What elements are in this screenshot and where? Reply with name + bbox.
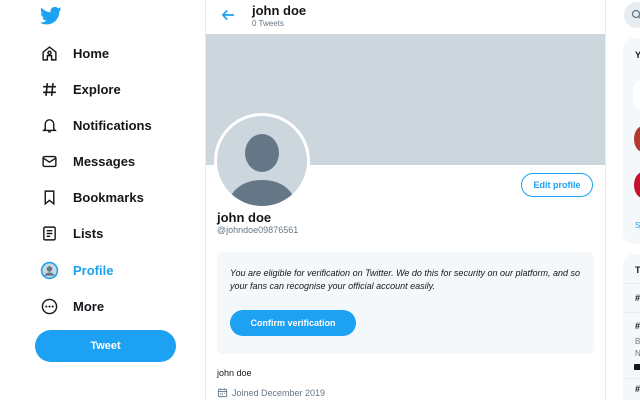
divider	[623, 378, 640, 379]
more-icon	[40, 297, 59, 316]
search-button[interactable]	[624, 2, 640, 28]
nav-item-profile[interactable]: Profile	[40, 257, 113, 283]
list-icon	[40, 224, 59, 243]
nav-label-explore: Explore	[73, 81, 121, 97]
joined-text: Joined December 2019	[232, 387, 326, 398]
trends-heading: T	[635, 265, 640, 275]
nav-item-home[interactable]: Home	[40, 40, 109, 66]
confirm-verification-button[interactable]: Confirm verification	[230, 310, 356, 336]
verification-notice: You are eligible for verification on Twi…	[217, 252, 594, 354]
nav-label-lists: Lists	[73, 225, 104, 241]
nav-label-messages: Messages	[73, 153, 136, 169]
twitter-logo-icon[interactable]	[40, 6, 62, 26]
calendar-icon	[217, 388, 228, 398]
profile-name: john doe	[217, 210, 272, 225]
nav-label-notifications: Notifications	[73, 117, 152, 133]
nav-item-bookmarks[interactable]: Bookmarks	[40, 184, 144, 210]
left-navigation: Home Explore Notifications Messages Book…	[0, 0, 205, 400]
profile-icon	[40, 261, 59, 280]
trend-item-meta: B	[635, 337, 640, 346]
default-avatar-icon	[227, 134, 297, 206]
envelope-icon	[40, 152, 59, 171]
edit-profile-button[interactable]: Edit profile	[521, 173, 593, 197]
hashtag-icon	[40, 80, 59, 99]
profile-column: john doe 0 Tweets Edit profile john doe …	[205, 0, 606, 400]
right-sidebar: Y S T # # B N #	[612, 0, 640, 400]
nav-item-messages[interactable]: Messages	[40, 148, 135, 174]
page-title: john doe	[252, 3, 307, 18]
who-to-follow-heading: Y	[635, 50, 640, 60]
back-arrow-icon[interactable]	[219, 6, 237, 24]
bell-icon	[40, 116, 59, 135]
tweet-button[interactable]: Tweet	[35, 330, 176, 362]
profile-bio: john doe	[217, 368, 252, 378]
nav-label-bookmarks: Bookmarks	[73, 189, 144, 205]
profile-handle: @johndoe09876561	[217, 225, 299, 235]
trend-item[interactable]: #	[635, 321, 640, 331]
avatar[interactable]	[214, 113, 310, 209]
nav-label-more: More	[73, 298, 105, 314]
show-more-link[interactable]: S	[635, 221, 640, 230]
divider	[623, 312, 640, 313]
trend-media-icon	[634, 364, 640, 370]
nav-item-lists[interactable]: Lists	[40, 220, 103, 246]
nav-label-home: Home	[73, 45, 110, 61]
nav-label-profile: Profile	[73, 262, 114, 278]
home-icon	[40, 44, 59, 63]
verification-text: You are eligible for verification on Twi…	[230, 268, 580, 291]
search-icon	[631, 9, 640, 19]
trend-item-meta: N	[635, 349, 640, 358]
follow-search-field[interactable]	[633, 80, 640, 110]
divider	[623, 283, 640, 284]
tweet-count: 0 Tweets	[252, 19, 284, 28]
joined-date: Joined December 2019	[217, 387, 325, 398]
nav-item-more[interactable]: More	[40, 293, 104, 319]
trend-item[interactable]: #	[635, 384, 640, 394]
nav-item-explore[interactable]: Explore	[40, 76, 121, 102]
nav-item-notifications[interactable]: Notifications	[40, 112, 152, 138]
trend-item[interactable]: #	[635, 293, 640, 303]
bookmark-icon	[40, 188, 59, 207]
